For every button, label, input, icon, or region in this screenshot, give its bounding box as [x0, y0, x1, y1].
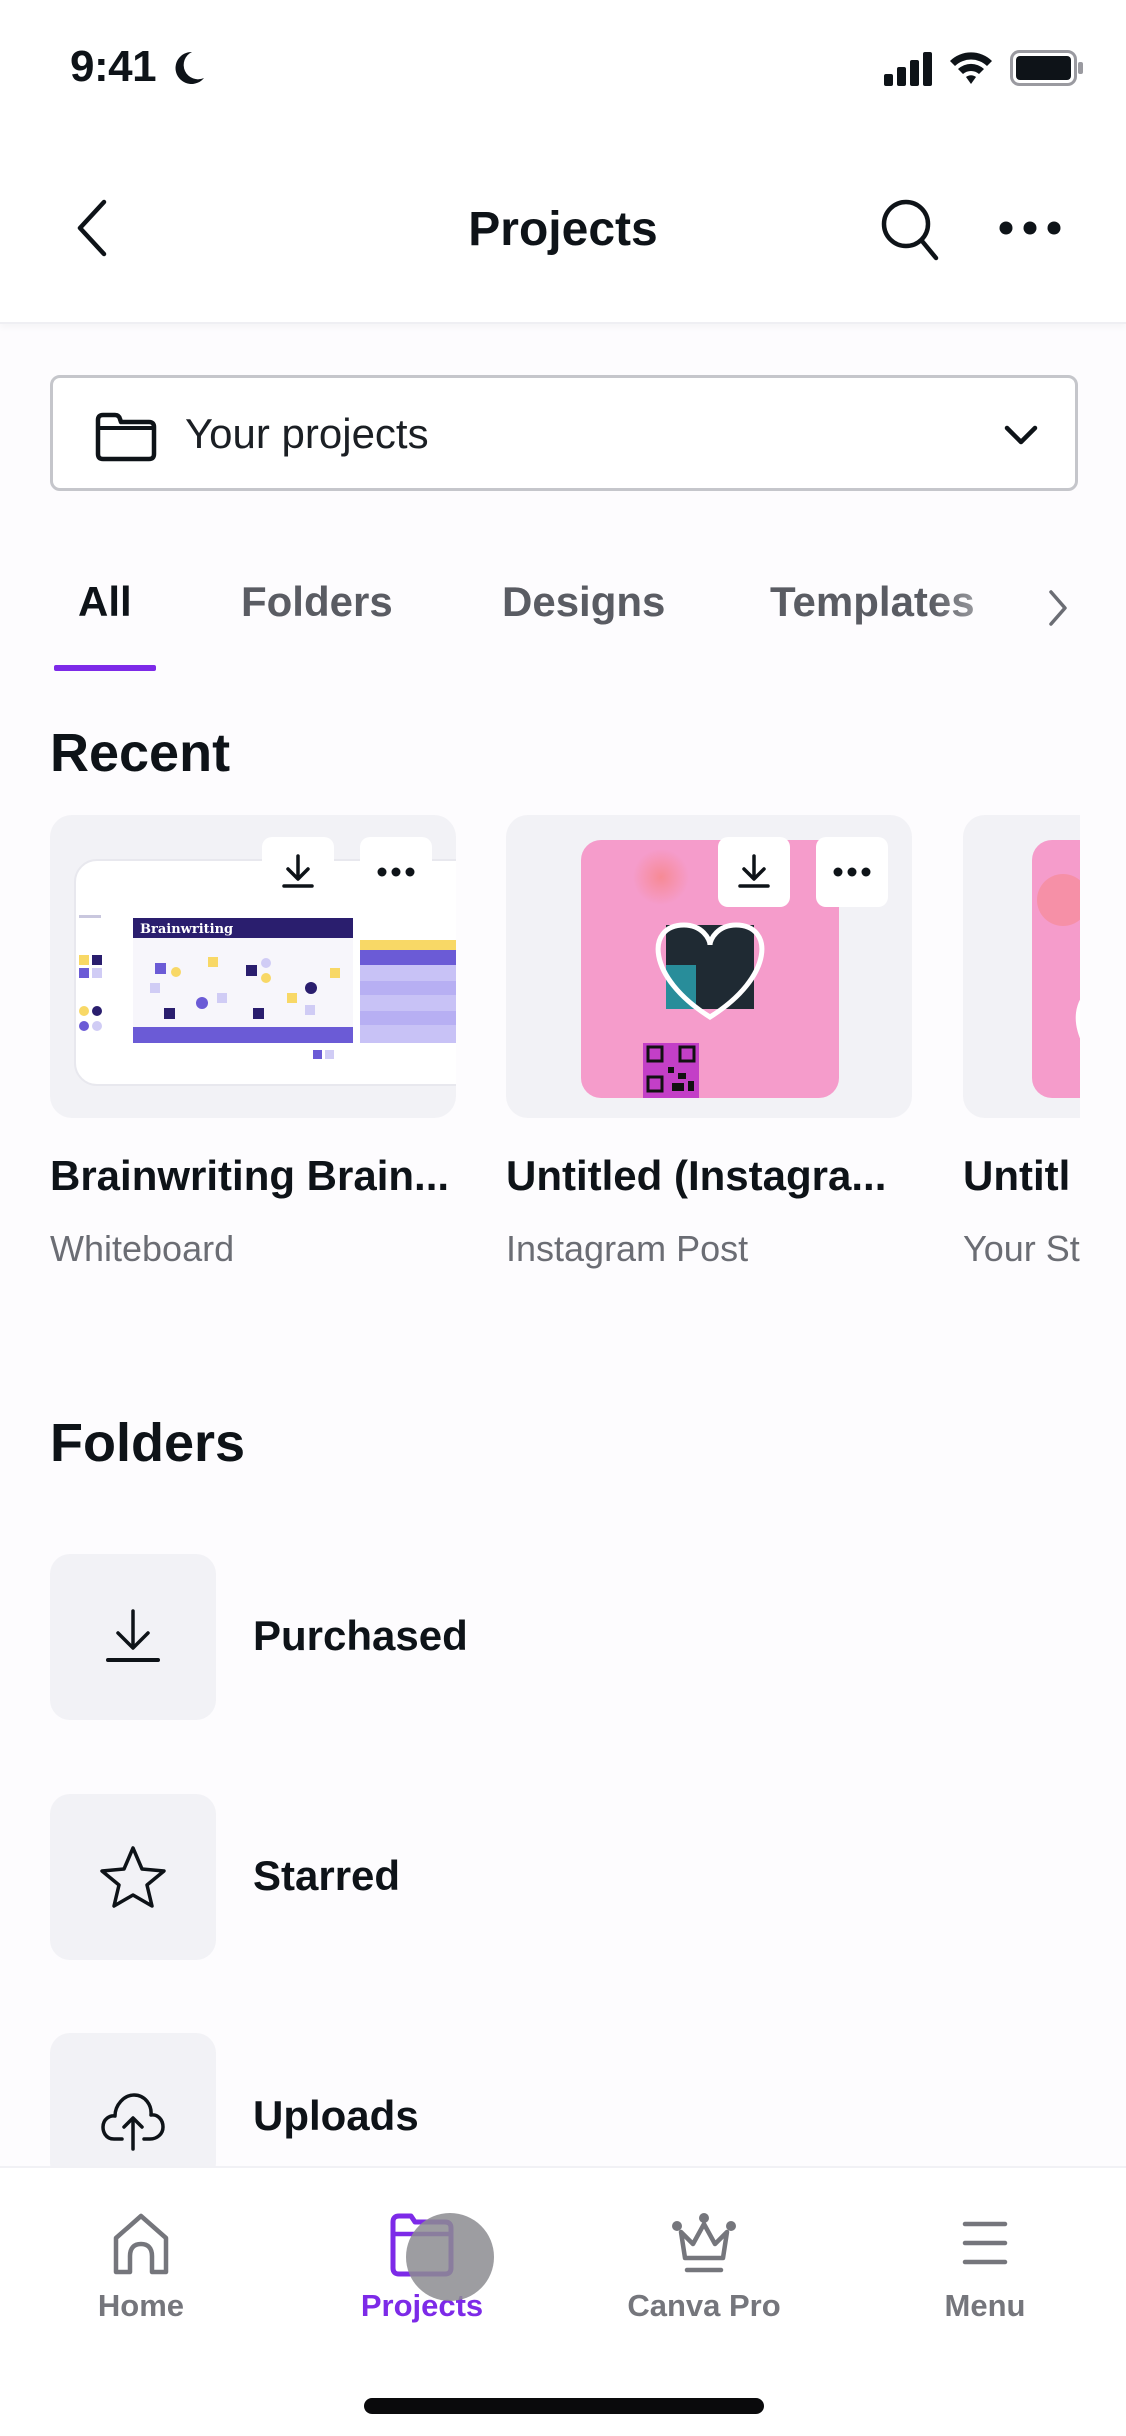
recent-design-title[interactable]: Untitled (Instagra... [506, 1152, 886, 1200]
tab-scroll-fade [930, 570, 1040, 640]
moon-icon [175, 51, 204, 84]
search-icon[interactable] [878, 196, 942, 264]
folders-heading: Folders [50, 1413, 246, 1473]
chevron-down-icon [1004, 425, 1038, 445]
recent-design-thumbnail[interactable]: Brainwriting [50, 815, 456, 1118]
touch-indicator [406, 2213, 494, 2301]
hamburger-menu-icon [962, 2221, 1008, 2265]
tab-designs[interactable]: Designs [502, 578, 665, 626]
recent-design-title[interactable]: Brainwriting Brain... [50, 1152, 449, 1200]
recent-design-title[interactable]: Untitl [963, 1152, 1070, 1200]
thumb-heading: Brainwriting [140, 922, 233, 937]
chevron-right-icon[interactable] [1046, 588, 1070, 628]
nav-canva-pro-label: Canva Pro [627, 2288, 781, 2323]
carousel-edge-clip [1080, 780, 1126, 1340]
download-button[interactable] [262, 837, 334, 907]
ellipsis-icon [833, 867, 871, 877]
tab-all[interactable]: All [78, 578, 132, 626]
recent-design-type: Instagram Post [506, 1228, 749, 1269]
folder-purchased-icon-tile[interactable] [50, 1554, 216, 1720]
folder-starred-icon-tile[interactable] [50, 1794, 216, 1960]
nav-canva-pro[interactable]: Canva Pro [604, 2200, 804, 2340]
download-icon [106, 1609, 160, 1662]
cellular-signal-icon [884, 52, 932, 86]
folder-icon [95, 412, 157, 462]
projects-scope-dropdown[interactable]: Your projects [50, 375, 1078, 491]
recent-design-type: Your St [963, 1228, 1080, 1269]
nav-home[interactable]: Home [41, 2200, 241, 2340]
download-icon [282, 854, 314, 888]
cloud-upload-icon [101, 2093, 165, 2151]
home-icon [113, 2213, 169, 2275]
ellipsis-icon [377, 867, 415, 877]
more-options-button[interactable] [360, 837, 432, 907]
nav-home-label: Home [97, 2288, 185, 2323]
nav-projects-label: Projects [360, 2288, 484, 2323]
star-icon [100, 1846, 166, 1908]
home-indicator[interactable] [364, 2398, 764, 2414]
folder-uploads-label[interactable]: Uploads [253, 2092, 419, 2140]
download-button[interactable] [718, 837, 790, 907]
download-icon [738, 854, 770, 888]
wifi-icon [950, 52, 992, 84]
status-time: 9:41 [70, 42, 157, 91]
folder-starred-label[interactable]: Starred [253, 1852, 400, 1900]
crown-icon [672, 2213, 736, 2273]
page-title: Projects [468, 203, 658, 256]
folder-uploads-icon-tile[interactable] [50, 2033, 216, 2183]
dropdown-selected-value: Your projects [185, 410, 429, 457]
recent-design-thumbnail[interactable] [506, 815, 912, 1118]
battery-icon [1010, 50, 1083, 86]
nav-menu[interactable]: Menu [885, 2200, 1085, 2340]
more-options-icon[interactable] [996, 214, 1064, 242]
recent-heading: Recent [50, 723, 231, 783]
active-tab-indicator [54, 665, 156, 671]
more-options-button[interactable] [816, 837, 888, 907]
nav-menu-label: Menu [944, 2288, 1026, 2323]
tab-folders[interactable]: Folders [241, 578, 393, 626]
folder-purchased-label[interactable]: Purchased [253, 1612, 468, 1660]
recent-design-type: Whiteboard [50, 1228, 235, 1269]
